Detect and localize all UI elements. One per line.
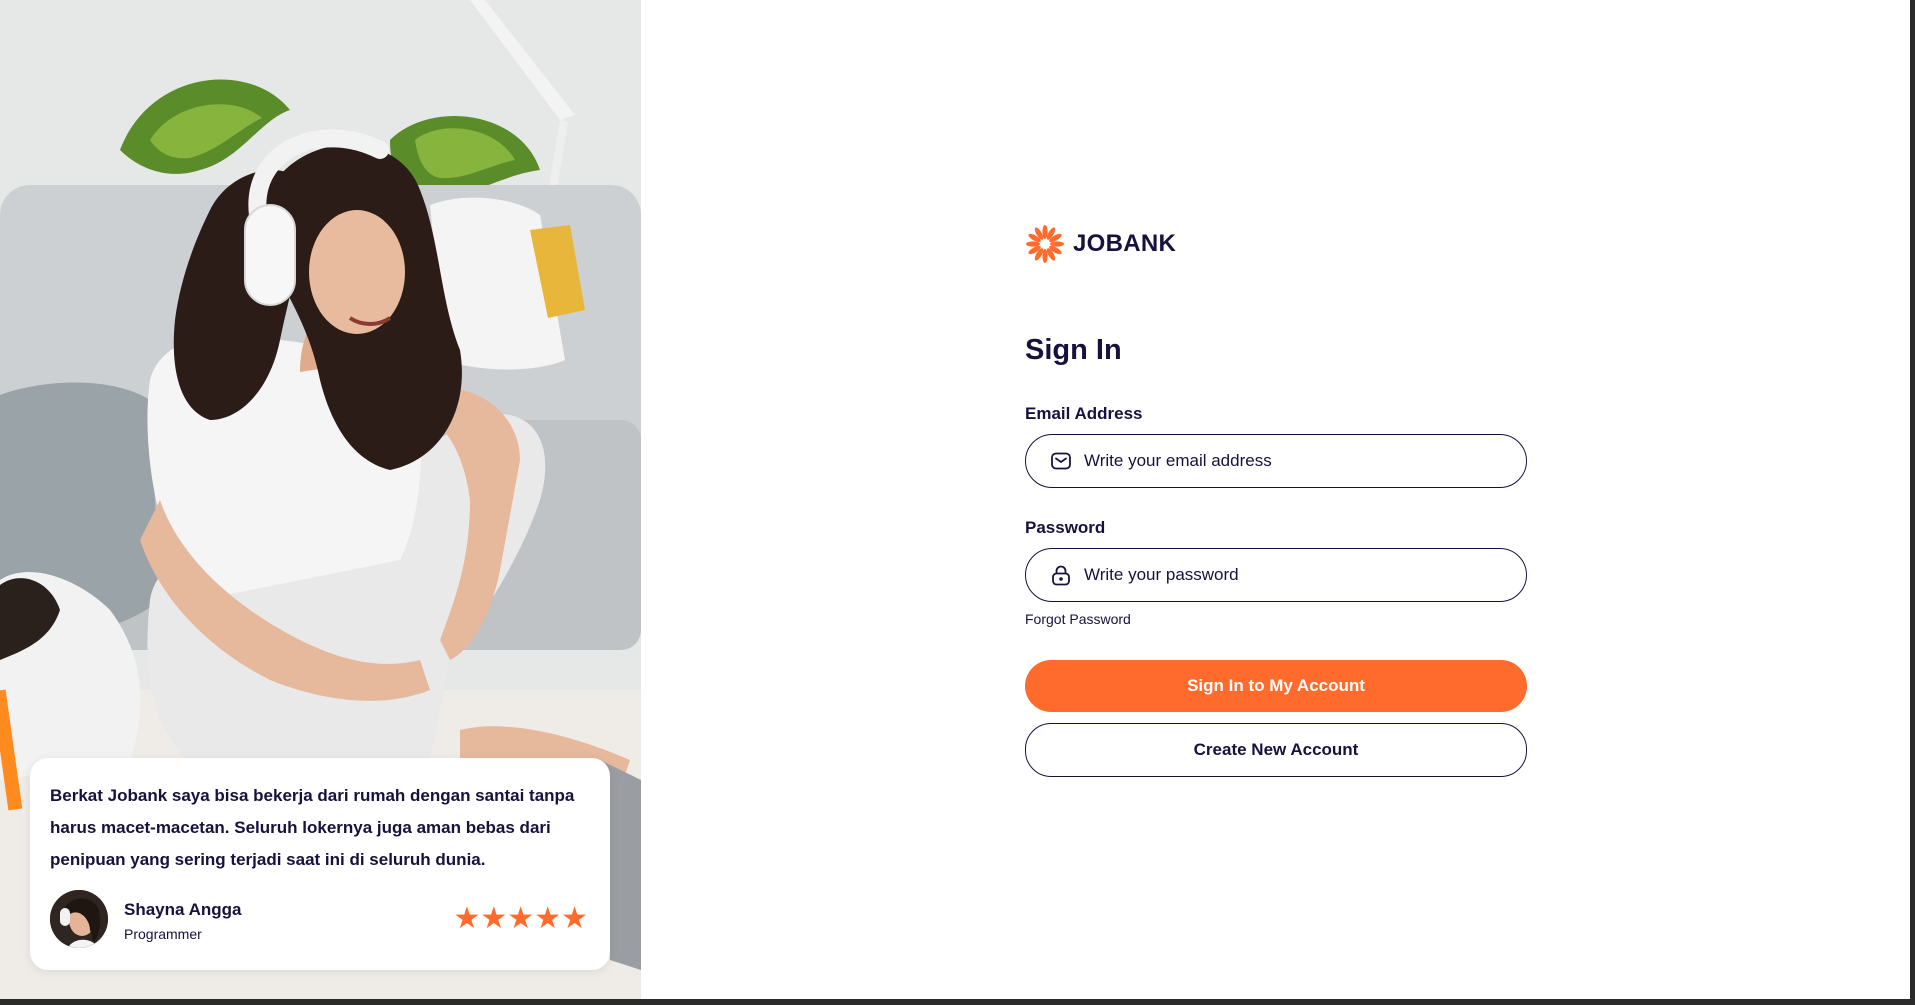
testimonial-author: Shayna Angga Programmer ★★★★★ <box>50 890 590 950</box>
sign-in-button[interactable]: Sign In to My Account <box>1025 660 1527 712</box>
create-account-button[interactable]: Create New Account <box>1025 723 1527 777</box>
testimonial-quote: Berkat Jobank saya bisa bekerja dari rum… <box>50 786 575 869</box>
hero-photo-panel: Berkat Jobank saya bisa bekerja dari rum… <box>0 0 641 999</box>
password-input[interactable] <box>1084 549 1504 600</box>
testimonial-card: Berkat Jobank saya bisa bekerja dari rum… <box>30 758 610 970</box>
avatar-image <box>50 890 108 948</box>
email-field-wrapper[interactable] <box>1025 434 1527 488</box>
author-name: Shayna Angga <box>124 900 242 919</box>
email-label: Email Address <box>1025 404 1143 423</box>
email-input[interactable] <box>1084 435 1504 486</box>
mail-icon <box>1051 452 1071 470</box>
sunburst-logo-icon <box>1026 225 1064 263</box>
password-label: Password <box>1025 518 1106 537</box>
password-field-wrapper[interactable] <box>1025 548 1527 602</box>
avatar <box>50 890 108 948</box>
rating-stars: ★★★★★ <box>453 902 588 935</box>
lock-icon <box>1052 565 1070 586</box>
page-title: Sign In <box>1025 334 1122 366</box>
brand-logo: JOBANK <box>1025 222 1176 266</box>
brand-name: JOBANK <box>1073 230 1177 257</box>
forgot-password-link[interactable]: Forgot Password <box>1025 611 1131 627</box>
author-role: Programmer <box>124 926 202 942</box>
app-window: Berkat Jobank saya bisa bekerja dari rum… <box>0 0 1910 999</box>
